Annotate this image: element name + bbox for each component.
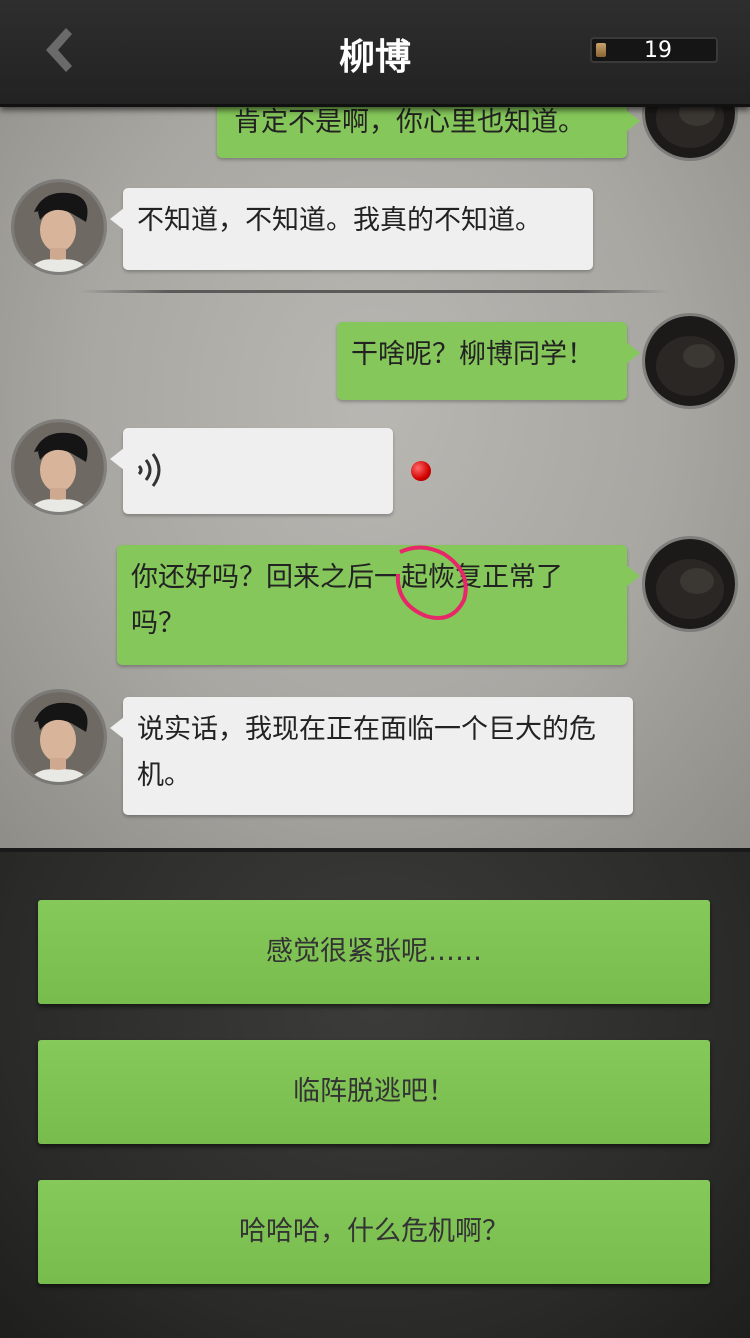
reply-option-1[interactable]: 感觉很紧张呢…… (38, 900, 710, 1004)
message-text: 干啥呢？柳博同学！ (351, 339, 594, 370)
message-text: 说实话，我现在正在面临一个巨大的危机。 (137, 714, 596, 791)
player-avatar (645, 316, 735, 406)
voice-wave-icon (137, 453, 161, 487)
chat-bubble-them: 不知道，不知道。我真的不知道。 (110, 188, 593, 270)
voice-message-bubble[interactable] (110, 428, 393, 514)
message-text: 不知道，不知道。我真的不知道。 (137, 205, 542, 236)
top-bar: 柳博 19 (0, 0, 750, 107)
reply-option-3[interactable]: 哈哈哈，什么危机啊？ (38, 1180, 710, 1284)
currency-counter: 19 (590, 37, 718, 63)
chat-area[interactable]: 肯定不是啊，你心里也知道。 不知道，不知道。我真的不知道。 干啥呢？柳博同学！ (0, 104, 750, 848)
message-text: 你还好吗？回来之后一起恢复正常了吗？ (131, 562, 563, 639)
player-avatar (645, 539, 735, 629)
counter-value: 19 (644, 38, 672, 63)
reply-options: 感觉很紧张呢…… 临阵脱逃吧！ 哈哈哈，什么危机啊？ (0, 848, 750, 1338)
chat-bubble-me: 肯定不是啊，你心里也知道。 (217, 104, 640, 158)
chat-bubble-me: 干啥呢？柳博同学！ (337, 322, 640, 400)
chat-bubble-me: 你还好吗？回来之后一起恢复正常了吗？ (117, 545, 640, 665)
message-text: 肯定不是啊，你心里也知道。 (234, 107, 585, 138)
liubo-avatar (14, 182, 104, 272)
reply-option-2[interactable]: 临阵脱逃吧！ (38, 1040, 710, 1144)
counter-bar-icon (596, 43, 606, 57)
divider-line (80, 290, 668, 293)
player-avatar (645, 104, 735, 158)
liubo-avatar (14, 422, 104, 512)
liubo-avatar (14, 692, 104, 782)
chat-bubble-them: 说实话，我现在正在面临一个巨大的危机。 (110, 697, 633, 815)
unread-dot-icon (411, 461, 431, 481)
